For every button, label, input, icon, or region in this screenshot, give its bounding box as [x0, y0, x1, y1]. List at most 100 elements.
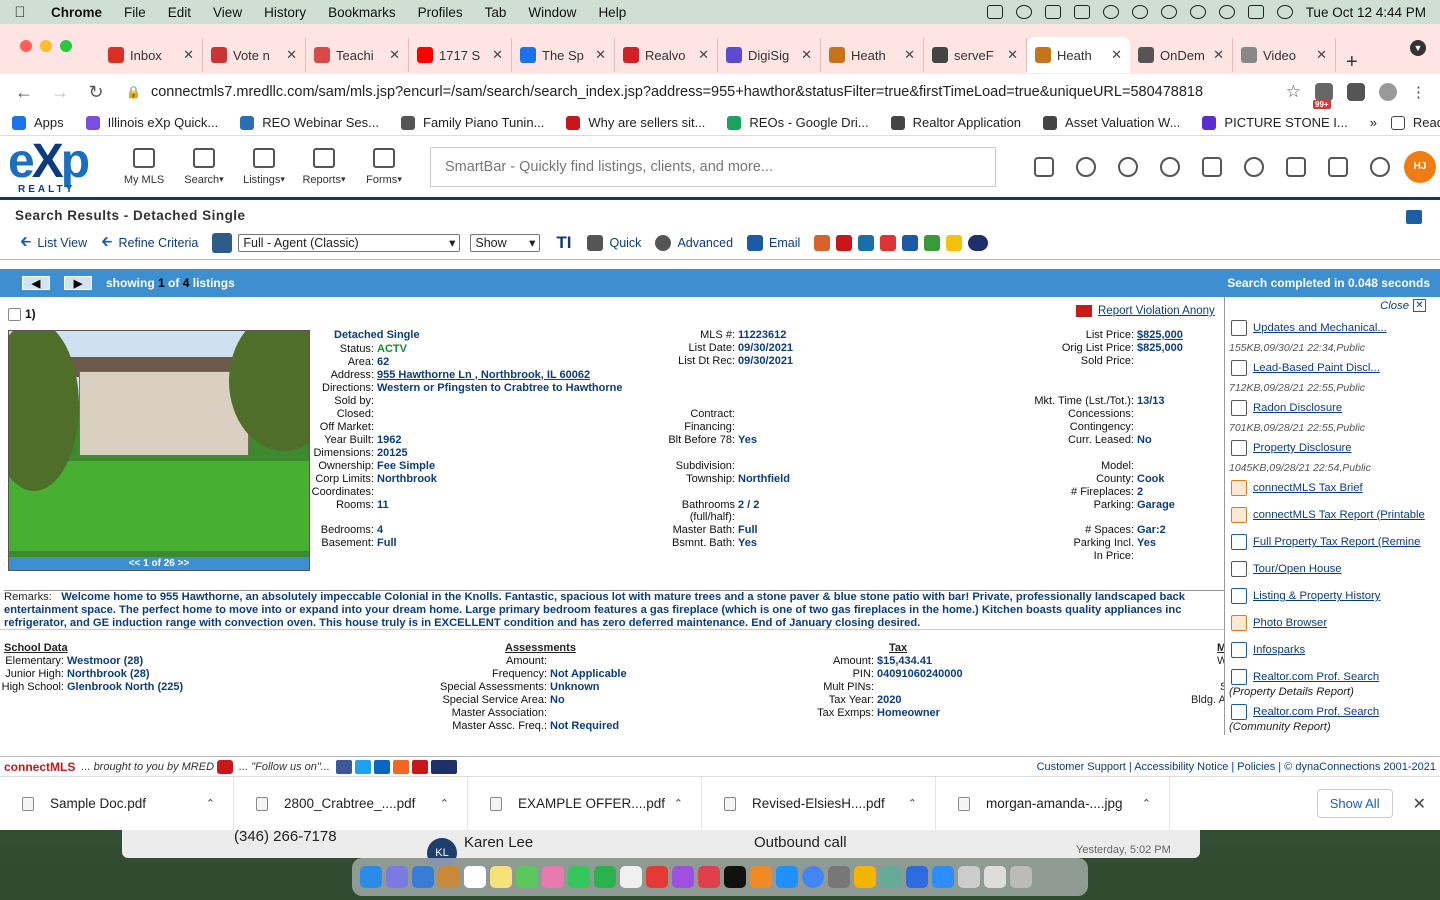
- close-tab-icon[interactable]: ✕: [1007, 47, 1018, 63]
- download-item[interactable]: 2800_Crabtree_....pdf ⌃: [234, 776, 468, 831]
- next-listing-button[interactable]: ▶: [64, 276, 92, 290]
- close-tab-icon[interactable]: ✕: [286, 47, 297, 63]
- panel-link-label[interactable]: Photo Browser: [1253, 617, 1327, 629]
- bookmark-item[interactable]: REO Webinar Ses...: [240, 115, 379, 130]
- chevron-up-icon[interactable]: ⌃: [206, 797, 215, 810]
- facebook-icon[interactable]: [335, 759, 352, 774]
- new-tab-button[interactable]: +: [1346, 51, 1358, 74]
- close-tab-icon[interactable]: ✕: [595, 47, 606, 63]
- panel-link-label[interactable]: connectMLS Tax Report (Printable: [1253, 509, 1425, 521]
- messages-icon[interactable]: [568, 866, 590, 888]
- nav-search[interactable]: Search ▾: [174, 147, 234, 186]
- contact-add-icon[interactable]: [1076, 156, 1096, 177]
- maps-icon[interactable]: [516, 866, 538, 888]
- reminders-icon[interactable]: [620, 866, 642, 888]
- app-store-icon[interactable]: [776, 866, 798, 888]
- close-tab-icon[interactable]: ✕: [1111, 47, 1122, 63]
- panel-link-label[interactable]: Realtor.com Prof. Search: [1253, 706, 1379, 718]
- close-tab-icon[interactable]: ✕: [1213, 47, 1224, 63]
- nav-my-mls[interactable]: My MLS: [114, 147, 174, 186]
- bookmark-item[interactable]: Apps: [12, 115, 64, 130]
- browser-tab[interactable]: 1717 S ✕: [409, 38, 512, 72]
- books-icon[interactable]: [858, 234, 875, 251]
- user-avatar[interactable]: HJ: [1404, 150, 1436, 183]
- favorites-star-icon[interactable]: [1202, 156, 1222, 177]
- pdf-icon[interactable]: [880, 234, 897, 251]
- list-view-link[interactable]: 🡰 List View: [20, 231, 87, 255]
- close-tab-icon[interactable]: ✕: [1316, 47, 1327, 63]
- star-icon[interactable]: [946, 234, 963, 251]
- panel-link-label[interactable]: Tour/Open House: [1253, 563, 1342, 575]
- browser-tab[interactable]: Realvo ✕: [615, 38, 718, 72]
- bookmark-item[interactable]: Family Piano Tunin...: [401, 115, 544, 130]
- close-tab-icon[interactable]: ✕: [492, 47, 503, 63]
- mail-icon[interactable]: [412, 866, 434, 888]
- close-downloads-icon[interactable]: ✕: [1413, 794, 1426, 814]
- browser-tab[interactable]: serveF ✕: [924, 38, 1027, 72]
- map-icon[interactable]: [212, 232, 233, 253]
- panel-link-doc[interactable]: Property Disclosure: [1231, 440, 1352, 456]
- close-window-button[interactable]: [20, 40, 32, 52]
- menu-view[interactable]: View: [202, 5, 253, 20]
- folder-icon[interactable]: [1034, 156, 1054, 177]
- back-icon[interactable]: ←: [14, 82, 34, 103]
- bookmark-item[interactable]: REOs - Google Dri...: [727, 115, 869, 130]
- mred-logo[interactable]: [217, 759, 234, 774]
- report-format-select[interactable]: Full - Agent (Classic) ▾: [238, 233, 461, 252]
- download-item[interactable]: Revised-ElsiesH....pdf ⌃: [702, 776, 936, 831]
- bluetooth-icon[interactable]: [1102, 5, 1119, 19]
- control-center-icon[interactable]: [1247, 5, 1264, 19]
- panel-link-label[interactable]: Full Property Tax Report (Remine: [1253, 536, 1420, 548]
- browser-tab[interactable]: The Sp ✕: [512, 38, 615, 72]
- bar-chart-icon[interactable]: [902, 234, 919, 251]
- chevron-up-icon[interactable]: ⌃: [1142, 797, 1151, 810]
- podcasts-icon[interactable]: [672, 866, 694, 888]
- download-item[interactable]: Sample Doc.pdf ⌃: [0, 776, 234, 831]
- chart-icon[interactable]: [814, 234, 831, 251]
- user-icon[interactable]: [1160, 5, 1177, 19]
- panel-link-label[interactable]: Updates and Mechanical...: [1253, 322, 1387, 334]
- close-tab-icon[interactable]: ✕: [389, 47, 400, 63]
- bookmark-item[interactable]: Realtor Application: [890, 115, 1021, 130]
- speaker-icon[interactable]: [1406, 210, 1422, 224]
- app-status-icon[interactable]: [986, 5, 1003, 19]
- menu-history[interactable]: History: [253, 5, 317, 20]
- finder-icon[interactable]: [360, 866, 382, 888]
- field-value[interactable]: 955 Hawthorne Ln , Northbrook, IL 60062: [377, 369, 590, 381]
- menu-window[interactable]: Window: [517, 5, 587, 20]
- listing-select-checkbox[interactable]: [8, 308, 21, 321]
- volume-icon[interactable]: [1044, 5, 1061, 19]
- menu-bookmarks[interactable]: Bookmarks: [317, 5, 407, 20]
- advanced-link[interactable]: Advanced: [655, 234, 733, 251]
- close-tab-icon[interactable]: ✕: [801, 47, 812, 63]
- panel-link-ext[interactable]: Realtor.com Prof. Search: [1231, 669, 1379, 685]
- menu-tab[interactable]: Tab: [474, 5, 518, 20]
- smartbar-input[interactable]: SmartBar - Quickly find listings, client…: [430, 146, 996, 187]
- tools-icon[interactable]: [1286, 156, 1306, 177]
- footer-links[interactable]: Customer Support | Accessibility Notice …: [1037, 761, 1436, 773]
- trash-icon[interactable]: [1010, 866, 1032, 888]
- show-all-downloads-button[interactable]: Show All: [1316, 789, 1393, 818]
- download-item[interactable]: morgan-amanda-....jpg ⌃: [936, 776, 1170, 831]
- panel-link-pct[interactable]: connectMLS Tax Report (Printable: [1231, 507, 1425, 523]
- chevron-up-icon[interactable]: ⌃: [908, 797, 917, 810]
- books-app-icon[interactable]: [750, 866, 772, 888]
- photos-icon[interactable]: [542, 866, 564, 888]
- exp-realty-logo[interactable]: eXp REALTY: [8, 137, 108, 195]
- listing-photo[interactable]: << 1 of 26 >>: [8, 330, 310, 571]
- address-bar[interactable]: 🔒 connectmls7.mredllc.com/sam/mls.jsp?en…: [122, 77, 1270, 107]
- news-icon[interactable]: [698, 866, 720, 888]
- panel-link-cam[interactable]: Photo Browser: [1231, 615, 1327, 631]
- calendar-icon[interactable]: [464, 866, 486, 888]
- browser-tab[interactable]: OnDem ✕: [1130, 38, 1233, 72]
- music-icon[interactable]: [646, 866, 668, 888]
- menu-profiles[interactable]: Profiles: [407, 5, 474, 20]
- panel-link-label[interactable]: Property Disclosure: [1253, 442, 1352, 454]
- browser-tab[interactable]: Heath ✕: [1027, 37, 1130, 73]
- show-select[interactable]: Show ▾: [470, 233, 541, 252]
- extension-badge-icon[interactable]: 99+: [1313, 83, 1333, 109]
- documents-stack-icon[interactable]: [984, 866, 1006, 888]
- contacts-icon[interactable]: [1118, 156, 1138, 177]
- panel-link-label[interactable]: Realtor.com Prof. Search: [1253, 671, 1379, 683]
- connectmls-logo[interactable]: connectMLS: [4, 760, 75, 774]
